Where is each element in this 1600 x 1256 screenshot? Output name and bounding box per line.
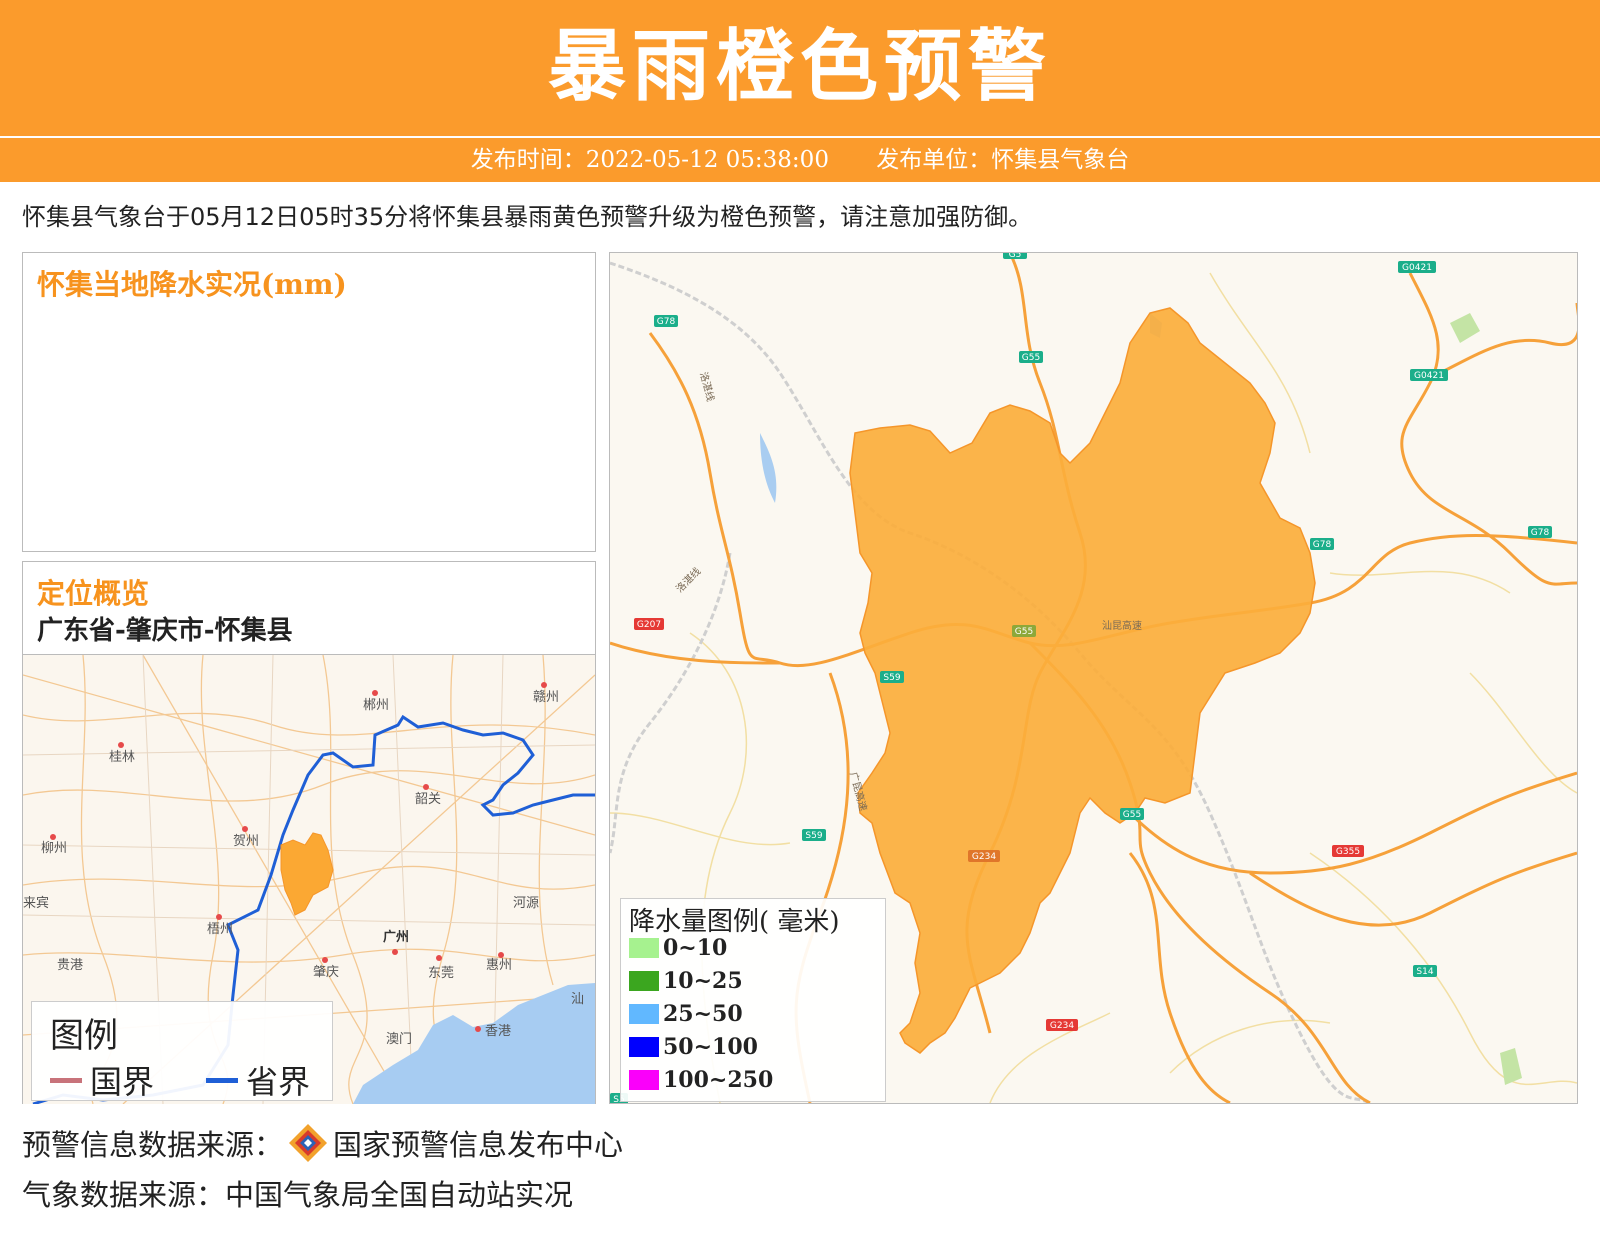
huaiji-warning-area[interactable]: [849, 307, 1316, 1054]
city-label: 香港: [485, 1024, 511, 1039]
legend-national: 国界: [50, 1057, 154, 1103]
color-swatch: [629, 1004, 659, 1024]
road-shield: S59: [802, 829, 826, 841]
warning-center-logo-icon: [287, 1122, 329, 1164]
huaiji-highlight: [280, 832, 334, 916]
city-label: 贺州: [233, 834, 259, 849]
warning-source-prefix: 预警信息数据来源：: [22, 1128, 284, 1162]
legend-provincial-label: 省界: [246, 1063, 311, 1101]
green-areas: [1450, 313, 1522, 1085]
road-label: G5: [1009, 253, 1022, 260]
location-panel: 定位概览 广东省-肇庆市-怀集县 郴州 赣州 桂林 韶关 贺州 柳州 来宾 梧州…: [22, 561, 596, 1104]
road-label: G55: [1123, 810, 1141, 820]
overview-map[interactable]: 郴州 赣州 桂林 韶关 贺州 柳州 来宾 梧州 河源 广州 贵港 肇庆 东莞 惠…: [23, 654, 595, 1104]
road-label: G207: [637, 620, 661, 630]
national-boundary-swatch: [50, 1077, 82, 1083]
legend-national-label: 国界: [90, 1063, 155, 1101]
city-label: 郴州: [363, 698, 389, 713]
city-label: 梧州: [207, 922, 233, 937]
road-name: 洛湛线: [697, 370, 717, 402]
city-label: 桂林: [109, 750, 135, 765]
road-shield: S59: [880, 671, 904, 683]
warning-source: 预警信息数据来源： 国家预警信息发布中心: [22, 1122, 623, 1164]
warning-description: 怀集县气象台于05月12日05时35分将怀集县暴雨黄色预警升级为橙色预警，请注意…: [22, 203, 1033, 231]
road-shield: G78: [654, 315, 678, 327]
city-label: 东莞: [428, 966, 454, 981]
precip-legend-label: 100~250: [663, 1067, 774, 1093]
overview-legend-title: 图例: [50, 1016, 118, 1056]
location-path: 广东省-肇庆市-怀集县: [37, 616, 293, 646]
warning-source-name: 国家预警信息发布中心: [333, 1128, 624, 1162]
road-shield: G78: [1528, 526, 1552, 538]
precip-legend-item: 50~100: [629, 1034, 758, 1060]
road-shield: G234: [968, 850, 1000, 862]
road-label: G55: [1015, 627, 1033, 637]
main-map[interactable]: G78 G55 G0421 G0421 G78 G78 G207 S59 S59…: [609, 252, 1578, 1104]
color-swatch: [629, 1037, 659, 1057]
road-label: G234: [1050, 1021, 1074, 1031]
road-label: G355: [1336, 847, 1360, 857]
city-label: 贵港: [57, 958, 83, 973]
warning-title: 暴雨橙色预警: [547, 22, 1052, 112]
road-name: 汕昆高速: [1102, 619, 1142, 632]
precip-legend-item: 25~50: [629, 1001, 743, 1027]
city-label: 肇庆: [313, 965, 339, 980]
weather-data-source: 气象数据来源：中国气象局全国自动站实况: [22, 1178, 574, 1212]
overview-legend: 图例 国界 省界: [31, 1001, 333, 1101]
city-label: 韶关: [415, 791, 441, 807]
road-label: G55: [1022, 353, 1040, 363]
city-label: 来宾: [23, 895, 49, 911]
publish-info-bar: 发布时间：2022-05-12 05:38:00 发布单位：怀集县气象台: [0, 138, 1600, 182]
precip-panel: 怀集当地降水实况(mm): [22, 252, 596, 552]
legend-provincial: 省界: [206, 1057, 310, 1103]
city-label: 柳州: [41, 841, 67, 856]
road-label: S59: [883, 673, 900, 683]
city-label: 河源: [513, 896, 539, 911]
precip-legend-label: 10~25: [663, 968, 743, 994]
road-name: 洛湛线: [673, 565, 703, 595]
road-shield: G78: [1310, 538, 1334, 550]
city-label: 广州: [383, 929, 409, 945]
road-shield: G55: [1120, 808, 1144, 820]
road-label: G0421: [1414, 371, 1444, 381]
city-label: 惠州: [486, 958, 512, 973]
city-label: 汕: [571, 992, 584, 1007]
road-label: G0421: [1402, 263, 1432, 273]
road-label: G78: [1531, 528, 1550, 538]
color-swatch: [629, 938, 659, 958]
publish-time: 发布时间：2022-05-12 05:38:00: [470, 147, 829, 173]
precip-legend-item: 100~250: [629, 1067, 773, 1093]
precip-legend-label: 0~10: [663, 935, 728, 961]
precip-legend-item: 0~10: [629, 935, 727, 961]
road-shield: G207: [634, 618, 664, 630]
road-label: S14: [1416, 967, 1433, 977]
road-shield: G355: [1332, 845, 1364, 857]
precip-legend-label: 25~50: [663, 1001, 743, 1027]
road-shield: G0421: [1398, 261, 1436, 273]
road-label: G78: [657, 317, 676, 327]
precip-legend-label: 50~100: [663, 1034, 758, 1060]
road-label: G234: [972, 852, 996, 862]
city-label: 赣州: [533, 690, 559, 705]
road-shield: G55: [1019, 351, 1043, 363]
road-label: S59: [805, 831, 822, 841]
precip-legend-title: 降水量图例( 毫米): [629, 907, 840, 937]
road-shield: G5: [1003, 253, 1027, 260]
color-swatch: [629, 1070, 659, 1090]
precip-panel-title: 怀集当地降水实况(mm): [37, 268, 347, 301]
precip-legend-item: 10~25: [629, 968, 743, 994]
road-shield: G55: [1012, 625, 1036, 637]
road-shield: G234: [1046, 1019, 1078, 1031]
provincial-boundary-swatch: [206, 1077, 238, 1083]
city-label: 澳门: [386, 1031, 412, 1047]
road-label: G78: [1313, 540, 1332, 550]
location-panel-title: 定位概览: [37, 577, 150, 610]
color-swatch: [629, 971, 659, 991]
precip-legend: 降水量图例( 毫米) 0~10 10~25 25~50 50~100 100~2…: [620, 898, 886, 1102]
header-bar: 暴雨橙色预警: [0, 0, 1600, 136]
road-shield: G0421: [1410, 369, 1448, 381]
publisher: 发布单位：怀集县气象台: [876, 147, 1130, 173]
road-shield: S14: [1413, 965, 1437, 977]
